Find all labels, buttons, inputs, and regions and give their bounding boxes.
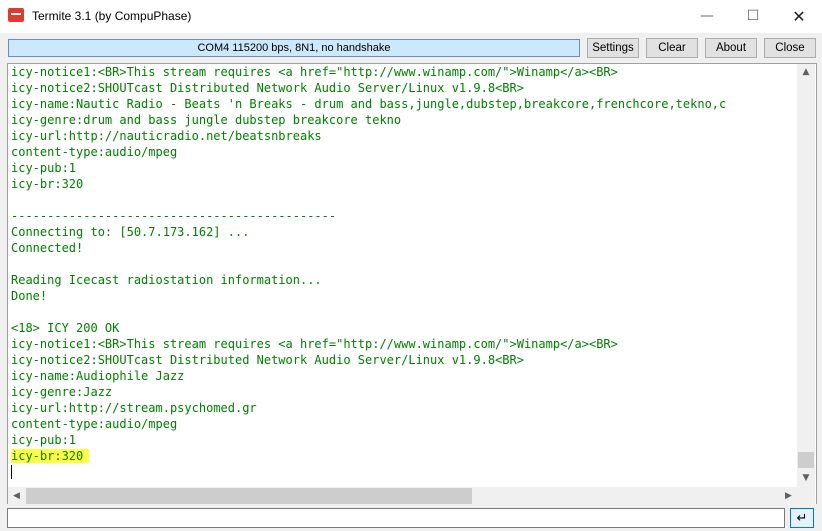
send-button[interactable]: ↵ <box>790 508 814 528</box>
about-button[interactable]: About <box>705 38 757 58</box>
terminal-line: Reading Icecast radiostation information… <box>11 272 796 288</box>
window-close-button[interactable]: ✕ <box>776 0 822 32</box>
clear-button[interactable]: Clear <box>646 38 698 58</box>
terminal-line: icy-name:Audiophile Jazz <box>11 368 796 384</box>
scrollbar-corner <box>797 487 815 505</box>
terminal-line: icy-notice1:<BR>This stream requires <a … <box>11 64 796 80</box>
terminal-line-text: content-type:audio/mpeg <box>11 145 178 159</box>
window-title: Termite 3.1 (by CompuPhase) <box>32 9 192 23</box>
terminal-line-text: icy-notice1:<BR>This stream requires <a … <box>11 65 618 79</box>
terminal-line: Connected! <box>11 240 796 256</box>
terminal-line: Done! <box>11 288 796 304</box>
terminal-line-text: icy-notice2:SHOUTcast Distributed Networ… <box>11 81 524 95</box>
terminal-line-text: icy-url:http://nauticradio.net/beatsnbre… <box>11 129 322 143</box>
scroll-down-icon[interactable]: ▼ <box>797 470 815 487</box>
terminal-line-text: Connected! <box>11 241 84 255</box>
vertical-scroll-thumb[interactable] <box>798 452 814 468</box>
terminal-line: icy-genre:drum and bass jungle dubstep b… <box>11 112 796 128</box>
terminal-line: icy-name:Nautic Radio - Beats 'n Breaks … <box>11 96 796 112</box>
terminal-line: content-type:audio/mpeg <box>11 144 796 160</box>
terminal-line: icy-br:320 <box>11 448 796 464</box>
enter-icon: ↵ <box>796 510 808 526</box>
terminal-line-text: content-type:audio/mpeg <box>11 417 178 431</box>
minimize-button[interactable]: — <box>684 0 730 32</box>
terminal-line-text: Reading Icecast radiostation information… <box>11 273 322 287</box>
terminal-line-text: icy-name:Nautic Radio - Beats 'n Breaks … <box>11 97 727 111</box>
terminal-line-text: Done! <box>11 289 48 303</box>
toolbar: COM4 115200 bps, 8N1, no handshake Setti… <box>0 33 822 63</box>
terminal-line-text: ----------------------------------------… <box>11 209 337 223</box>
terminal-line: content-type:audio/mpeg <box>11 416 796 432</box>
text-caret <box>11 465 12 479</box>
terminal-output[interactable]: icy-notice1:<BR>This stream requires <a … <box>7 63 817 506</box>
send-input[interactable] <box>7 508 785 528</box>
horizontal-scroll-thumb[interactable] <box>26 488 472 504</box>
scroll-left-icon[interactable]: ◀ <box>8 487 25 505</box>
terminal-line-text: icy-br:320 <box>11 177 84 191</box>
input-row: ↵ <box>0 504 822 531</box>
scroll-right-icon[interactable]: ▶ <box>780 487 797 505</box>
close-button[interactable]: Close <box>764 38 816 58</box>
title-bar[interactable]: Termite 3.1 (by CompuPhase) — ☐ ✕ <box>0 0 822 33</box>
terminal-line: icy-notice2:SHOUTcast Distributed Networ… <box>11 80 796 96</box>
terminal-line-text: icy-url:http://stream.psychomed.gr <box>11 401 257 415</box>
terminal-lines: icy-notice1:<BR>This stream requires <a … <box>11 64 796 485</box>
vertical-scrollbar[interactable]: ▲ ▼ <box>797 64 815 487</box>
termite-app-icon <box>8 8 24 22</box>
terminal-line-text: icy-notice2:SHOUTcast Distributed Networ… <box>11 353 524 367</box>
terminal-line: Connecting to: [50.7.173.162] ... <box>11 224 796 240</box>
terminal-line: icy-url:http://nauticradio.net/beatsnbre… <box>11 128 796 144</box>
terminal-line-text: icy-genre:drum and bass jungle dubstep b… <box>11 113 402 127</box>
terminal-line: icy-notice2:SHOUTcast Distributed Networ… <box>11 352 796 368</box>
horizontal-scrollbar[interactable]: ◀ ▶ <box>8 487 797 505</box>
terminal-line-text: icy-genre:Jazz <box>11 385 113 399</box>
termite-window: Termite 3.1 (by CompuPhase) — ☐ ✕ COM4 1… <box>0 0 822 531</box>
connection-status-field[interactable]: COM4 115200 bps, 8N1, no handshake <box>8 39 580 57</box>
terminal-line: icy-pub:1 <box>11 432 796 448</box>
terminal-line: icy-url:http://stream.psychomed.gr <box>11 400 796 416</box>
terminal-line: icy-pub:1 <box>11 160 796 176</box>
settings-button[interactable]: Settings <box>587 38 639 58</box>
terminal-line-text: icy-notice1:<BR>This stream requires <a … <box>11 337 618 351</box>
terminal-line-text: icy-name:Audiophile Jazz <box>11 369 185 383</box>
terminal-line: icy-br:320 <box>11 176 796 192</box>
terminal-line: ----------------------------------------… <box>11 208 796 224</box>
terminal-line-text: icy-br:320 <box>11 449 90 463</box>
terminal-line: icy-notice1:<BR>This stream requires <a … <box>11 336 796 352</box>
terminal-line-text: Connecting to: [50.7.173.162] ... <box>11 225 250 239</box>
maximize-button[interactable]: ☐ <box>730 0 776 32</box>
terminal-line-text: icy-pub:1 <box>11 161 77 175</box>
terminal-line-text: <18> ICY 200 OK <box>11 321 120 335</box>
terminal-line-text: icy-pub:1 <box>11 433 77 447</box>
terminal-line: icy-genre:Jazz <box>11 384 796 400</box>
terminal-line: <18> ICY 200 OK <box>11 320 796 336</box>
scroll-up-icon[interactable]: ▲ <box>797 64 815 81</box>
